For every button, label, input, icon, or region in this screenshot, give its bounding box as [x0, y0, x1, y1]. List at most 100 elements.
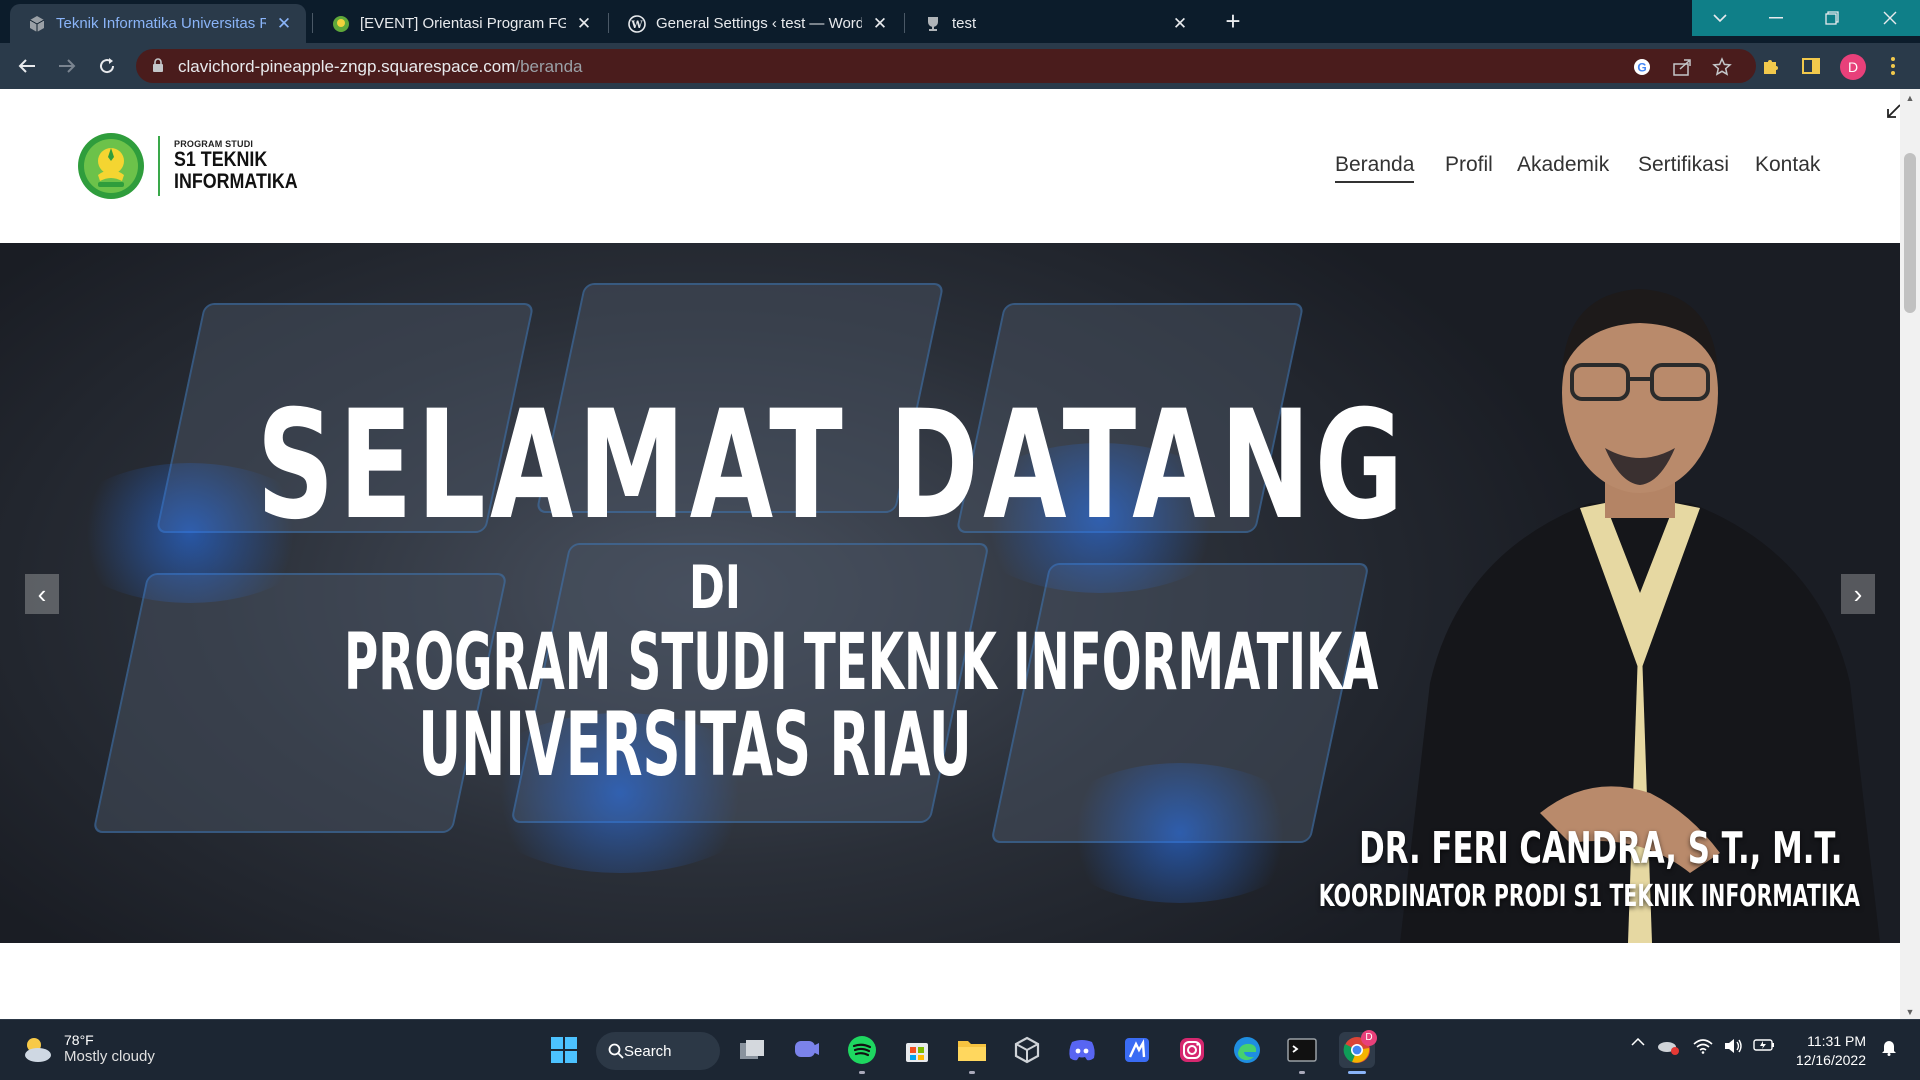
- slider-prev-button[interactable]: ‹: [25, 574, 59, 614]
- chrome-profile-badge: D: [1361, 1030, 1377, 1046]
- tab-search-button[interactable]: [1692, 0, 1748, 36]
- tab-teknik-informatika[interactable]: Teknik Informatika Universitas Riau ✕: [10, 4, 306, 43]
- weather-widget[interactable]: 78°F Mostly cloudy: [20, 1032, 155, 1065]
- tab-test[interactable]: test ✕: [906, 4, 1202, 43]
- clock-date: 12/16/2022: [1795, 1052, 1866, 1068]
- tab-title: General Settings ‹ test — WordPress: [656, 15, 862, 32]
- logo-text: PROGRAM STUDI S1 TEKNIK INFORMATIKA: [174, 139, 319, 193]
- lock-icon: [153, 58, 163, 72]
- extensions-puzzle-icon[interactable]: [1760, 55, 1782, 77]
- nav-profil[interactable]: Profil: [1445, 153, 1493, 177]
- scroll-up-icon[interactable]: ▲: [1905, 93, 1915, 103]
- folder-icon: [958, 1041, 986, 1061]
- chrome-button[interactable]: D: [1339, 1030, 1377, 1074]
- hero-university: UNIVERSITAS RIAU: [418, 693, 972, 796]
- collapse-arrow-icon[interactable]: [1886, 103, 1900, 119]
- tab-separator: [904, 13, 905, 33]
- clock-time: 11:31 PM: [1807, 1033, 1866, 1049]
- instagram-button[interactable]: [1174, 1032, 1210, 1068]
- system-clock[interactable]: 11:31 PM 12/16/2022: [1790, 1032, 1866, 1070]
- nav-beranda[interactable]: Beranda: [1335, 153, 1415, 183]
- coordinator-name: DR. FERI CANDRA, S.T., M.T.: [1358, 823, 1842, 874]
- weather-temp: 78°F: [64, 1032, 94, 1048]
- nav-kontak[interactable]: Kontak: [1755, 153, 1820, 177]
- weather-desc: Mostly cloudy: [64, 1048, 155, 1065]
- restore-button[interactable]: [1804, 0, 1860, 36]
- wifi-icon[interactable]: [1692, 1038, 1714, 1054]
- nav-sertifikasi[interactable]: Sertifikasi: [1638, 153, 1729, 177]
- unity-button[interactable]: [1009, 1032, 1045, 1068]
- tab-title: [EVENT] Orientasi Program FGA D: [360, 15, 566, 32]
- page-scrollbar[interactable]: ▲ ▼: [1900, 89, 1920, 1019]
- forward-button[interactable]: [52, 51, 82, 81]
- google-lens-icon[interactable]: G: [1632, 57, 1652, 77]
- url-text: clavichord-pineapple-zngp.squarespace.co…: [178, 57, 583, 77]
- unity-cube-icon: [1014, 1036, 1040, 1064]
- hero-di: DI: [689, 553, 741, 623]
- address-bar[interactable]: clavichord-pineapple-zngp.squarespace.co…: [136, 49, 1756, 83]
- volume-icon[interactable]: [1722, 1038, 1744, 1054]
- trophy-icon: [928, 16, 938, 31]
- scroll-down-icon[interactable]: ▼: [1905, 1007, 1915, 1017]
- partly-cloudy-icon: [25, 1037, 51, 1062]
- tab-event-orientasi[interactable]: [EVENT] Orientasi Program FGA D ✕: [314, 4, 606, 43]
- share-icon[interactable]: [1672, 57, 1692, 77]
- slider-next-button[interactable]: ›: [1841, 574, 1875, 614]
- tab-general-settings[interactable]: W General Settings ‹ test — WordPress ✕: [610, 4, 902, 43]
- tab-close-icon[interactable]: ✕: [870, 14, 890, 34]
- file-explorer-button[interactable]: [954, 1032, 990, 1074]
- windows-taskbar: 78°F Mostly cloudy Search D 11:31 PM 12/…: [0, 1019, 1920, 1080]
- logo-divider: [158, 136, 160, 196]
- new-tab-button[interactable]: +: [1220, 6, 1246, 36]
- terminal-button[interactable]: [1284, 1032, 1320, 1074]
- bookmark-star-icon[interactable]: [1712, 57, 1732, 77]
- back-button[interactable]: [12, 51, 42, 81]
- ms-store-button[interactable]: [899, 1032, 935, 1068]
- site-logo[interactable]: PROGRAM STUDI S1 TEKNIK INFORMATIKA: [76, 131, 319, 201]
- running-indicator: [1299, 1071, 1305, 1074]
- unri-logo-icon: [333, 15, 349, 32]
- nav-akademik[interactable]: Akademik: [1517, 153, 1609, 177]
- kebab-menu-icon[interactable]: [1882, 55, 1904, 77]
- start-button[interactable]: [546, 1032, 582, 1068]
- tray-overflow-icon[interactable]: [1628, 1038, 1648, 1046]
- svg-text:G: G: [1637, 61, 1646, 75]
- onedrive-icon[interactable]: [1656, 1038, 1680, 1056]
- svg-text:W: W: [630, 20, 643, 31]
- scrollbar-thumb[interactable]: [1904, 153, 1916, 313]
- reload-button[interactable]: [92, 51, 122, 81]
- chevron-right-icon: ›: [1853, 578, 1863, 609]
- hero-banner: SELAMAT DATANG DI PROGRAM STUDI TEKNIK I…: [0, 243, 1900, 943]
- browser-toolbar: clavichord-pineapple-zngp.squarespace.co…: [0, 43, 1920, 89]
- teams-chat-button[interactable]: [789, 1032, 825, 1068]
- battery-icon[interactable]: [1752, 1038, 1776, 1052]
- edge-icon: [1234, 1037, 1260, 1063]
- profile-avatar[interactable]: D: [1840, 54, 1866, 80]
- vs-icon: [1125, 1038, 1149, 1062]
- reload-icon: [100, 58, 115, 74]
- tab-close-icon[interactable]: ✕: [574, 14, 594, 34]
- spotify-button[interactable]: [844, 1032, 880, 1074]
- minimize-button[interactable]: [1748, 0, 1804, 36]
- instagram-icon: [1180, 1038, 1204, 1062]
- visual-studio-button[interactable]: [1119, 1032, 1155, 1068]
- squarespace-cube-icon: [29, 15, 45, 32]
- logo-line-2: INFORMATIKA: [174, 170, 298, 193]
- close-window-button[interactable]: [1860, 0, 1920, 36]
- tab-close-icon[interactable]: ✕: [1170, 14, 1190, 34]
- tab-title: test: [952, 15, 977, 32]
- chevron-left-icon: ‹: [37, 578, 47, 609]
- running-indicator: [969, 1071, 975, 1074]
- unri-emblem-icon: [78, 133, 144, 199]
- discord-button[interactable]: [1064, 1032, 1100, 1068]
- close-icon: [1883, 11, 1897, 25]
- side-panel-icon[interactable]: [1800, 55, 1822, 77]
- spotify-icon: [848, 1036, 876, 1064]
- notification-bell-icon[interactable]: [1878, 1038, 1900, 1056]
- edge-button[interactable]: [1229, 1032, 1265, 1068]
- taskbar-search[interactable]: Search: [596, 1032, 720, 1070]
- restore-icon: [1825, 11, 1839, 25]
- tab-close-icon[interactable]: ✕: [274, 14, 294, 34]
- task-view-button[interactable]: [734, 1032, 770, 1068]
- wordpress-icon: W: [628, 14, 646, 33]
